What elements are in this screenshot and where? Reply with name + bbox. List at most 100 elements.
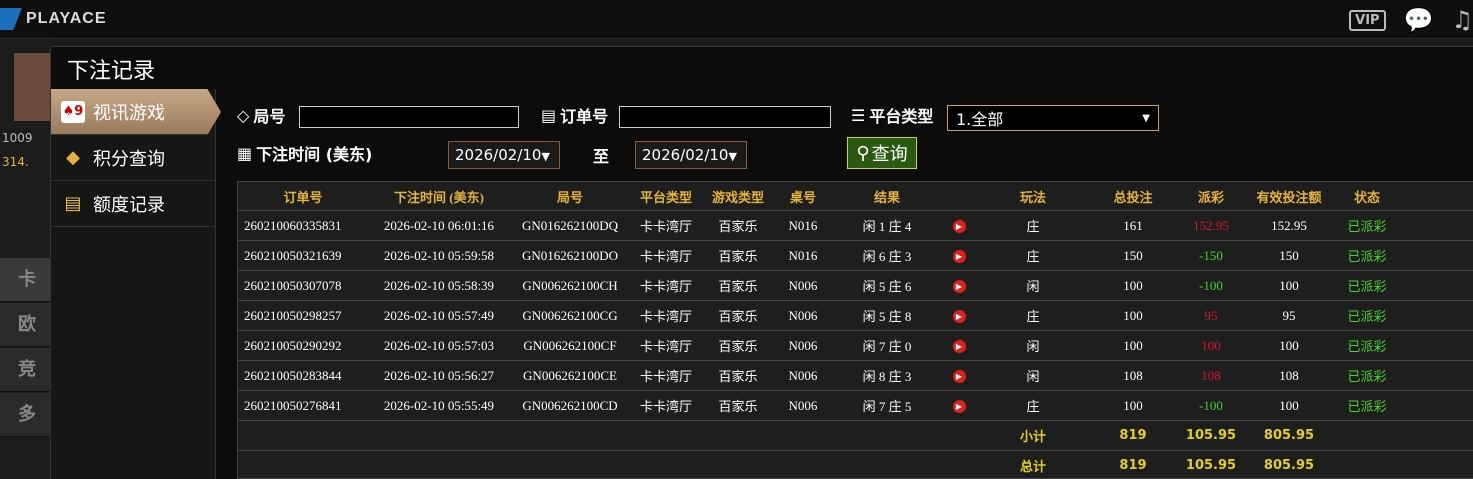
table-cell: 闲 [976, 271, 1090, 301]
table-cell [630, 451, 702, 479]
table-cell: 2026-02-10 06:01:16 [368, 211, 510, 241]
table-header-row: 订单号下注时间 (美东)局号平台类型游戏类型桌号结果玩法总投注派彩有效投注额状态 [238, 182, 1473, 211]
play-video-icon[interactable]: ▶ [953, 400, 966, 413]
column-header: 桌号 [774, 182, 832, 211]
table-cell [1332, 451, 1402, 479]
table-cell: 卡卡湾厅 [630, 331, 702, 361]
table-cell [1402, 391, 1473, 421]
play-video-icon[interactable]: ▶ [953, 370, 966, 383]
table-cell [238, 421, 368, 451]
table-cell [368, 451, 510, 479]
total-valid_bet: 805.95 [1246, 451, 1332, 479]
column-header: 订单号 [238, 182, 368, 211]
table-cell: 庄 [976, 391, 1090, 421]
vip-icon[interactable]: VIP [1349, 10, 1385, 31]
date-to-input[interactable]: 2026/02/10▼ [635, 141, 747, 169]
replay-cell: ▶ [942, 361, 976, 391]
avatar [14, 53, 50, 121]
replay-cell: ▶ [942, 211, 976, 241]
order-input[interactable] [619, 106, 831, 128]
table-cell [942, 451, 976, 479]
column-header: 局号 [510, 182, 630, 211]
table-row: 2602100502982572026-02-10 05:57:49GN0062… [238, 301, 1473, 331]
table-cell: 闲 5 庄 6 [832, 271, 942, 301]
table-cell [1402, 421, 1473, 451]
music-icon[interactable]: ♫ [1451, 6, 1473, 34]
table-cell: GN006262100CE [510, 361, 630, 391]
top-bar: PLAYACE VIP 💬 ♫ [0, 0, 1473, 39]
query-button[interactable]: ⚲ 查询 [847, 137, 917, 169]
modal-title: 下注记录 [67, 53, 155, 85]
column-header: 总投注 [1090, 182, 1176, 211]
logo: PLAYACE [0, 8, 107, 30]
chat-icon[interactable]: 💬 [1404, 6, 1434, 34]
table-cell: 闲 6 庄 3 [832, 241, 942, 271]
table-cell [368, 421, 510, 451]
table-cell [630, 421, 702, 451]
play-video-icon[interactable]: ▶ [953, 250, 966, 263]
table-cell: 2026-02-10 05:58:39 [368, 271, 510, 301]
order-label: ▤ 订单号 [541, 103, 608, 127]
bet-time-label: ▦ 下注时间 (美东) [237, 141, 372, 165]
table-cell: 卡卡湾厅 [630, 211, 702, 241]
table-cell: 已派彩 [1332, 361, 1402, 391]
clipboard-icon: ▤ [541, 106, 556, 125]
table-cell: 95 [1246, 301, 1332, 331]
tag-icon: ◇ [237, 106, 249, 125]
table-cell: 已派彩 [1332, 271, 1402, 301]
table-cell: 108 [1246, 361, 1332, 391]
sidebar-item-quota[interactable]: ▤ 额度记录 [51, 181, 215, 227]
table-row: 2602100503070782026-02-10 05:58:39GN0062… [238, 271, 1473, 301]
sidebar-item-video-games[interactable]: ♠9 视讯游戏 [51, 89, 221, 135]
table-cell: 2026-02-10 05:57:49 [368, 301, 510, 331]
table-cell: 150 [1090, 241, 1176, 271]
playing-cards-icon: ♠9 [61, 101, 85, 123]
table-cell: 2026-02-10 05:56:27 [368, 361, 510, 391]
play-video-icon[interactable]: ▶ [953, 220, 966, 233]
table-cell: N016 [774, 211, 832, 241]
table-cell: 2026-02-10 05:57:03 [368, 331, 510, 361]
table-cell [238, 451, 368, 479]
table-cell: 100 [1090, 271, 1176, 301]
date-from-input[interactable]: 2026/02/10▼ [448, 141, 560, 169]
round-input[interactable] [299, 106, 519, 128]
table-cell [702, 451, 774, 479]
table-cell: 100 [1090, 391, 1176, 421]
table-cell: 闲 1 庄 4 [832, 211, 942, 241]
table-cell: 108 [1176, 361, 1246, 391]
table-cell: 100 [1176, 331, 1246, 361]
table-cell [510, 421, 630, 451]
bet-record-modal: 下注记录 ♠9 视讯游戏 ◆ 积分查询 ▤ 额度记录 ◇ 局号 ▤ 订单号 ☰ … [50, 46, 1473, 479]
column-header: 平台类型 [630, 182, 702, 211]
table-cell: 95 [1176, 301, 1246, 331]
column-header: 派彩 [1176, 182, 1246, 211]
table-cell: 闲 [976, 361, 1090, 391]
table-cell: 100 [1246, 391, 1332, 421]
table-cell: 152.95 [1246, 211, 1332, 241]
table-cell: 百家乐 [702, 241, 774, 271]
sidebar-item-label: 积分查询 [93, 145, 165, 171]
logo-mark-icon [0, 8, 22, 30]
table-cell: N006 [774, 271, 832, 301]
table-cell: 161 [1090, 211, 1176, 241]
table-cell: N006 [774, 301, 832, 331]
table-cell [942, 421, 976, 451]
table-cell: 闲 7 庄 5 [832, 391, 942, 421]
table-cell: 百家乐 [702, 271, 774, 301]
table-row: 2602100502902922026-02-10 05:57:03GN0062… [238, 331, 1473, 361]
table-cell: 卡卡湾厅 [630, 391, 702, 421]
play-video-icon[interactable]: ▶ [953, 310, 966, 323]
platform-select[interactable]: 1.全部 ▼ [947, 105, 1159, 131]
play-video-icon[interactable]: ▶ [953, 280, 966, 293]
column-header: 游戏类型 [702, 182, 774, 211]
table-cell [702, 421, 774, 451]
play-video-icon[interactable]: ▶ [953, 340, 966, 353]
replay-cell: ▶ [942, 241, 976, 271]
sidebar-item-points[interactable]: ◆ 积分查询 [51, 135, 215, 181]
table-cell: 卡卡湾厅 [630, 241, 702, 271]
table-cell: 100 [1090, 301, 1176, 331]
replay-cell: ▶ [942, 271, 976, 301]
logo-text: PLAYACE [26, 10, 107, 28]
table-cell: 152.95 [1176, 211, 1246, 241]
table-cell: GN006262100CD [510, 391, 630, 421]
